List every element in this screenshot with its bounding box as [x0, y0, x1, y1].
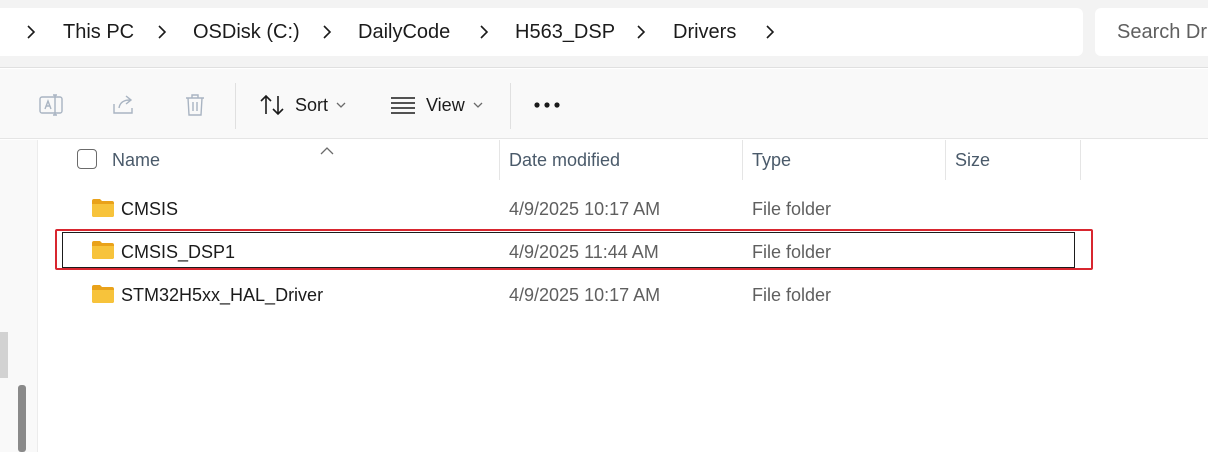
file-name: STM32H5xx_HAL_Driver — [121, 285, 324, 305]
sort-label: Sort — [295, 94, 329, 115]
sort-ascending-icon — [320, 142, 334, 160]
folder-icon — [91, 240, 115, 260]
share-icon[interactable] — [110, 91, 138, 119]
file-type: File folder — [752, 199, 832, 219]
chevron-right-icon[interactable] — [763, 25, 777, 39]
file-type: File folder — [752, 285, 832, 305]
view-button[interactable]: View — [390, 89, 483, 121]
breadcrumb[interactable]: This PC OSDisk (C:) DailyCode H563_DSP D… — [0, 8, 1083, 56]
breadcrumb-item-osdisk[interactable]: OSDisk (C:) — [193, 21, 300, 44]
file-date: 4/9/2025 10:17 AM — [509, 285, 661, 305]
chevron-right-icon[interactable] — [477, 25, 491, 39]
file-date: 4/9/2025 10:17 AM — [509, 199, 661, 219]
command-bar: Sort View — [0, 69, 1208, 139]
trash-icon[interactable] — [181, 91, 209, 119]
search-input[interactable]: Search Dr — [1095, 8, 1208, 56]
file-name: CMSIS — [121, 199, 179, 219]
rename-icon[interactable] — [37, 91, 65, 119]
view-label: View — [426, 94, 465, 115]
select-all-checkbox[interactable] — [77, 149, 97, 169]
breadcrumb-item-h563-dsp[interactable]: H563_DSP — [515, 21, 615, 44]
folder-icon — [91, 198, 115, 218]
column-date-modified[interactable]: Date modified — [509, 150, 620, 171]
column-divider[interactable] — [945, 140, 946, 180]
folder-icon — [91, 284, 115, 304]
column-size[interactable]: Size — [955, 150, 990, 171]
sort-button[interactable]: Sort — [259, 89, 346, 121]
column-divider[interactable] — [499, 140, 500, 180]
breadcrumb-item-drivers[interactable]: Drivers — [673, 21, 736, 44]
toolbar-divider — [510, 83, 511, 129]
column-name[interactable]: Name — [112, 150, 160, 171]
column-divider[interactable] — [742, 140, 743, 180]
column-header: Name Date modified Type Size — [39, 140, 1208, 180]
chevron-right-icon[interactable] — [155, 25, 169, 39]
file-type: File folder — [752, 242, 832, 262]
file-date: 4/9/2025 11:44 AM — [509, 242, 659, 262]
toolbar-divider — [235, 83, 236, 129]
chevron-right-icon[interactable] — [24, 25, 38, 39]
sort-icon — [259, 93, 285, 117]
list-item-selected[interactable]: CMSIS_DSP1 4/9/2025 11:44 AM File folder — [62, 232, 1075, 268]
chevron-down-icon — [473, 101, 483, 109]
chevron-down-icon — [336, 101, 346, 109]
chevron-right-icon[interactable] — [634, 25, 648, 39]
breadcrumb-item-dailycode[interactable]: DailyCode — [358, 21, 450, 44]
column-type[interactable]: Type — [752, 150, 791, 171]
breadcrumb-item-this-pc[interactable]: This PC — [63, 21, 134, 44]
column-divider[interactable] — [1080, 140, 1081, 180]
scrollbar-thumb[interactable] — [18, 385, 26, 452]
more-icon[interactable] — [533, 91, 561, 119]
file-name: CMSIS_DSP1 — [121, 242, 236, 262]
list-item[interactable]: CMSIS 4/9/2025 10:17 AM File folder — [39, 189, 1099, 229]
address-bar-region: This PC OSDisk (C:) DailyCode H563_DSP D… — [0, 0, 1208, 68]
chevron-right-icon[interactable] — [320, 25, 334, 39]
view-icon — [390, 95, 416, 115]
nav-scrollbar-thumb[interactable] — [0, 332, 8, 378]
list-item[interactable]: STM32H5xx_HAL_Driver 4/9/2025 10:17 AM F… — [39, 275, 1099, 315]
